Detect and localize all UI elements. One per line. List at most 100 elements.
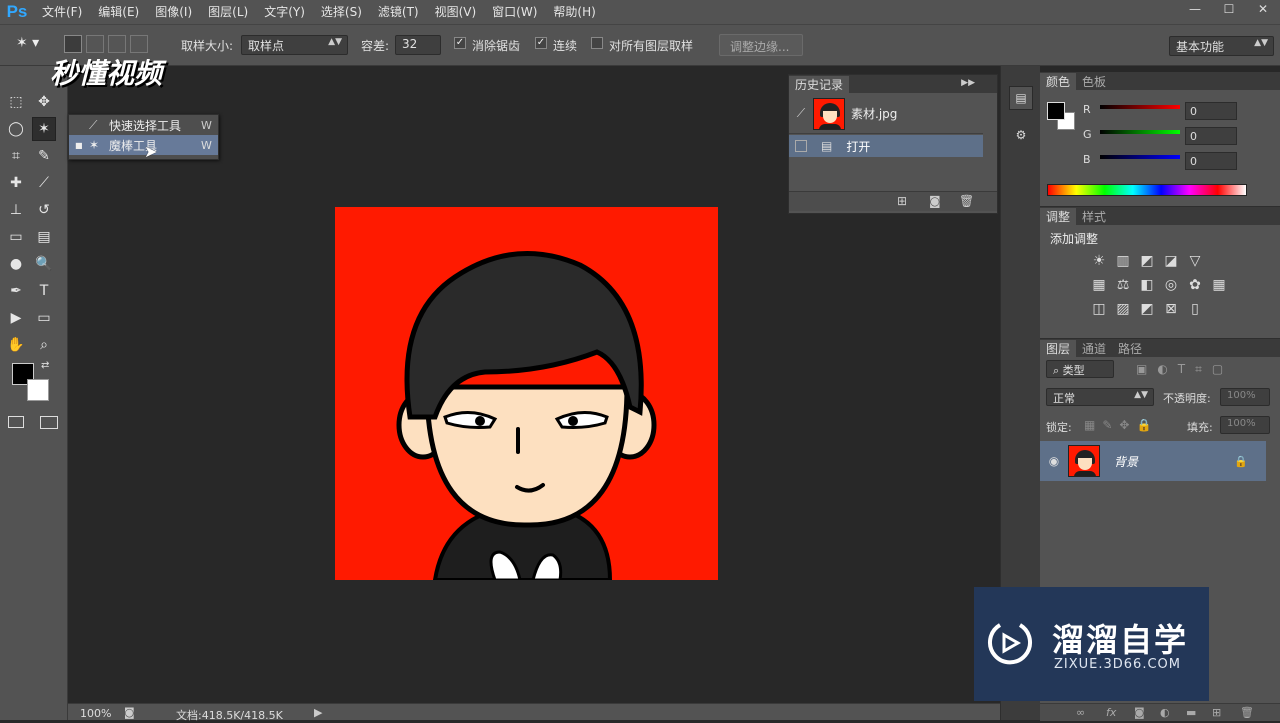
curves-icon[interactable]: ◩: [1136, 253, 1158, 269]
invert-icon[interactable]: ◫: [1088, 301, 1110, 317]
maximize-button[interactable]: ☐: [1212, 0, 1246, 18]
fill-input[interactable]: 100%: [1220, 416, 1270, 434]
new-layer-icon[interactable]: ⊞: [1212, 706, 1221, 719]
dodge-tool-icon[interactable]: 🔍: [32, 252, 56, 276]
camera-icon[interactable]: ◙: [929, 194, 941, 208]
hand-tool-icon[interactable]: ✋: [4, 333, 28, 357]
screen-mode-icon[interactable]: [40, 416, 58, 429]
photo-filter-icon[interactable]: ◎: [1160, 277, 1182, 293]
tolerance-input[interactable]: 32: [395, 35, 441, 55]
type-tool-icon[interactable]: T: [32, 279, 56, 303]
levels-icon[interactable]: ▥: [1112, 253, 1134, 269]
menu-help[interactable]: 帮助(H): [545, 0, 603, 24]
blend-mode-dropdown[interactable]: 正常 ▲▼: [1046, 388, 1154, 406]
channel-mixer-icon[interactable]: ✿: [1184, 277, 1206, 293]
layer-filter-dropdown[interactable]: ⌕ 类型: [1046, 360, 1114, 378]
r-slider[interactable]: [1100, 105, 1180, 109]
adjustment-layer-icon[interactable]: ◐: [1160, 706, 1170, 719]
color-balance-icon[interactable]: ⚖: [1112, 277, 1134, 293]
history-snapshot[interactable]: ⟋ 素材.jpg: [789, 94, 983, 134]
brightness-icon[interactable]: ☀: [1088, 253, 1110, 269]
g-slider[interactable]: [1100, 130, 1180, 134]
group-folder-icon[interactable]: ▬: [1186, 706, 1196, 719]
color-spectrum-bar[interactable]: [1047, 184, 1247, 196]
workspace-dropdown[interactable]: 基本功能 ▲▼: [1169, 36, 1274, 56]
contiguous-checkbox[interactable]: ✓: [535, 37, 547, 49]
swap-colors-icon[interactable]: ⇄: [41, 360, 49, 371]
eyedropper-tool-icon[interactable]: ✎: [32, 144, 56, 168]
menu-edit[interactable]: 编辑(E): [90, 0, 147, 24]
close-button[interactable]: ✕: [1246, 0, 1280, 18]
gradient-tool-icon[interactable]: ▤: [32, 225, 56, 249]
healing-brush-tool-icon[interactable]: ✚: [4, 171, 28, 195]
layer-row-background[interactable]: ◉ 背景 🔒: [1040, 441, 1266, 481]
layer-filter-icons[interactable]: ▣◐T⌗▢: [1136, 362, 1233, 377]
new-selection-icon[interactable]: [64, 35, 82, 53]
exposure-icon[interactable]: ◪: [1160, 253, 1182, 269]
color-lookup-icon[interactable]: ▦: [1208, 277, 1230, 293]
antialias-checkbox[interactable]: ✓: [454, 37, 466, 49]
intersect-selection-icon[interactable]: [130, 35, 148, 53]
gradient-map-icon[interactable]: ▯: [1184, 301, 1206, 317]
new-document-from-state-icon[interactable]: ⊞: [897, 194, 907, 208]
clone-stamp-tool-icon[interactable]: ⊥: [4, 198, 28, 222]
add-selection-icon[interactable]: [86, 35, 104, 53]
opacity-input[interactable]: 100%: [1220, 388, 1270, 406]
tab-styles[interactable]: 样式: [1076, 208, 1112, 225]
menu-select[interactable]: 选择(S): [313, 0, 370, 24]
add-mask-icon[interactable]: ◙: [1134, 706, 1145, 719]
magic-wand-preset-icon[interactable]: ✶ ▾: [16, 35, 52, 55]
pen-tool-icon[interactable]: ✒: [4, 279, 28, 303]
brush-tool-icon[interactable]: ⟋: [32, 171, 56, 195]
refine-edge-button[interactable]: 调整边缘...: [719, 34, 803, 56]
trash-icon[interactable]: 🗑: [959, 194, 974, 208]
history-step-toggle[interactable]: [795, 140, 807, 152]
tab-paths[interactable]: 路径: [1112, 340, 1148, 357]
tab-history[interactable]: 历史记录: [789, 76, 850, 93]
link-layers-icon[interactable]: ∞: [1076, 706, 1085, 719]
tab-adjustments[interactable]: 调整: [1040, 208, 1077, 225]
zoom-level[interactable]: 100%: [80, 707, 111, 720]
zoom-tool-icon[interactable]: ⌕: [32, 333, 56, 357]
export-icon[interactable]: ◙: [124, 706, 135, 719]
hue-saturation-icon[interactable]: ▦: [1088, 277, 1110, 293]
flyout-item-quick-select[interactable]: ⟋ 快速选择工具 W: [69, 115, 218, 135]
history-step-open[interactable]: ▤ 打开: [789, 135, 983, 157]
r-input[interactable]: 0: [1185, 102, 1237, 120]
tab-swatches[interactable]: 色板: [1076, 73, 1112, 90]
lock-icons[interactable]: ▦✎✥🔒: [1084, 418, 1158, 432]
all-layers-checkbox[interactable]: [591, 37, 603, 49]
selective-color-icon[interactable]: ⊠: [1160, 301, 1182, 317]
collapse-icon[interactable]: ▶▶: [961, 78, 975, 88]
posterize-icon[interactable]: ▨: [1112, 301, 1134, 317]
fx-icon[interactable]: fx: [1106, 706, 1116, 719]
menu-file[interactable]: 文件(F): [34, 0, 90, 24]
status-menu-arrow-icon[interactable]: ▶: [314, 706, 322, 719]
rectangle-tool-icon[interactable]: ▭: [32, 306, 56, 330]
menu-filter[interactable]: 滤镜(T): [370, 0, 427, 24]
threshold-icon[interactable]: ◩: [1136, 301, 1158, 317]
menu-type[interactable]: 文字(Y): [256, 0, 313, 24]
menu-image[interactable]: 图像(I): [147, 0, 200, 24]
menu-window[interactable]: 窗口(W): [484, 0, 545, 24]
subtract-selection-icon[interactable]: [108, 35, 126, 53]
tab-layers[interactable]: 图层: [1040, 340, 1077, 357]
menu-layer[interactable]: 图层(L): [200, 0, 256, 24]
b-input[interactable]: 0: [1185, 152, 1237, 170]
quick-mask-icon[interactable]: [8, 416, 24, 428]
marquee-tool-icon[interactable]: ⬚: [4, 90, 28, 114]
eraser-tool-icon[interactable]: ▭: [4, 225, 28, 249]
trash-icon[interactable]: 🗑: [1240, 706, 1254, 719]
lasso-tool-icon[interactable]: ◯: [4, 117, 28, 141]
history-brush-source-icon[interactable]: ⟋: [789, 106, 813, 121]
document-image[interactable]: [335, 207, 718, 580]
path-selection-tool-icon[interactable]: ▶: [4, 306, 28, 330]
move-tool-icon[interactable]: ✥: [32, 90, 56, 114]
history-panel-icon[interactable]: ▤: [1009, 86, 1033, 110]
crop-tool-icon[interactable]: ⌗: [4, 144, 28, 168]
menu-view[interactable]: 视图(V): [427, 0, 485, 24]
properties-panel-icon[interactable]: ⚙: [1009, 124, 1033, 148]
g-input[interactable]: 0: [1185, 127, 1237, 145]
black-white-icon[interactable]: ◧: [1136, 277, 1158, 293]
tab-color[interactable]: 颜色: [1040, 73, 1077, 90]
